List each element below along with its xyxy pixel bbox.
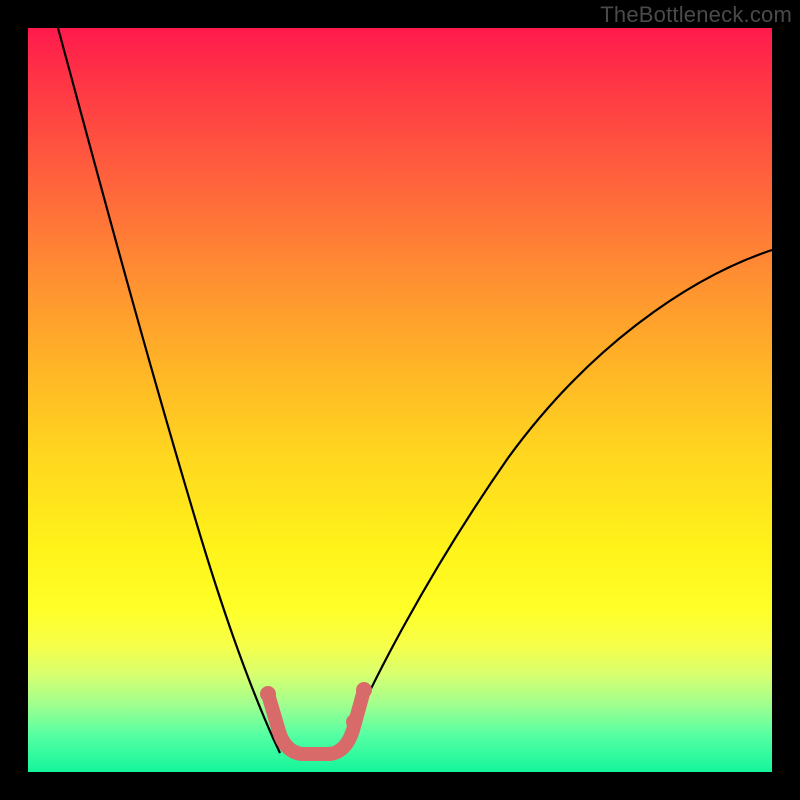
chart-frame: TheBottleneck.com [0, 0, 800, 800]
plot-area [28, 28, 772, 772]
right-curve [342, 250, 772, 753]
curves-svg [28, 28, 772, 772]
marker-dot [346, 714, 362, 730]
watermark-text: TheBottleneck.com [600, 2, 792, 28]
left-curve [58, 28, 280, 753]
marker-dot [260, 686, 276, 702]
marker-dot [356, 682, 372, 698]
